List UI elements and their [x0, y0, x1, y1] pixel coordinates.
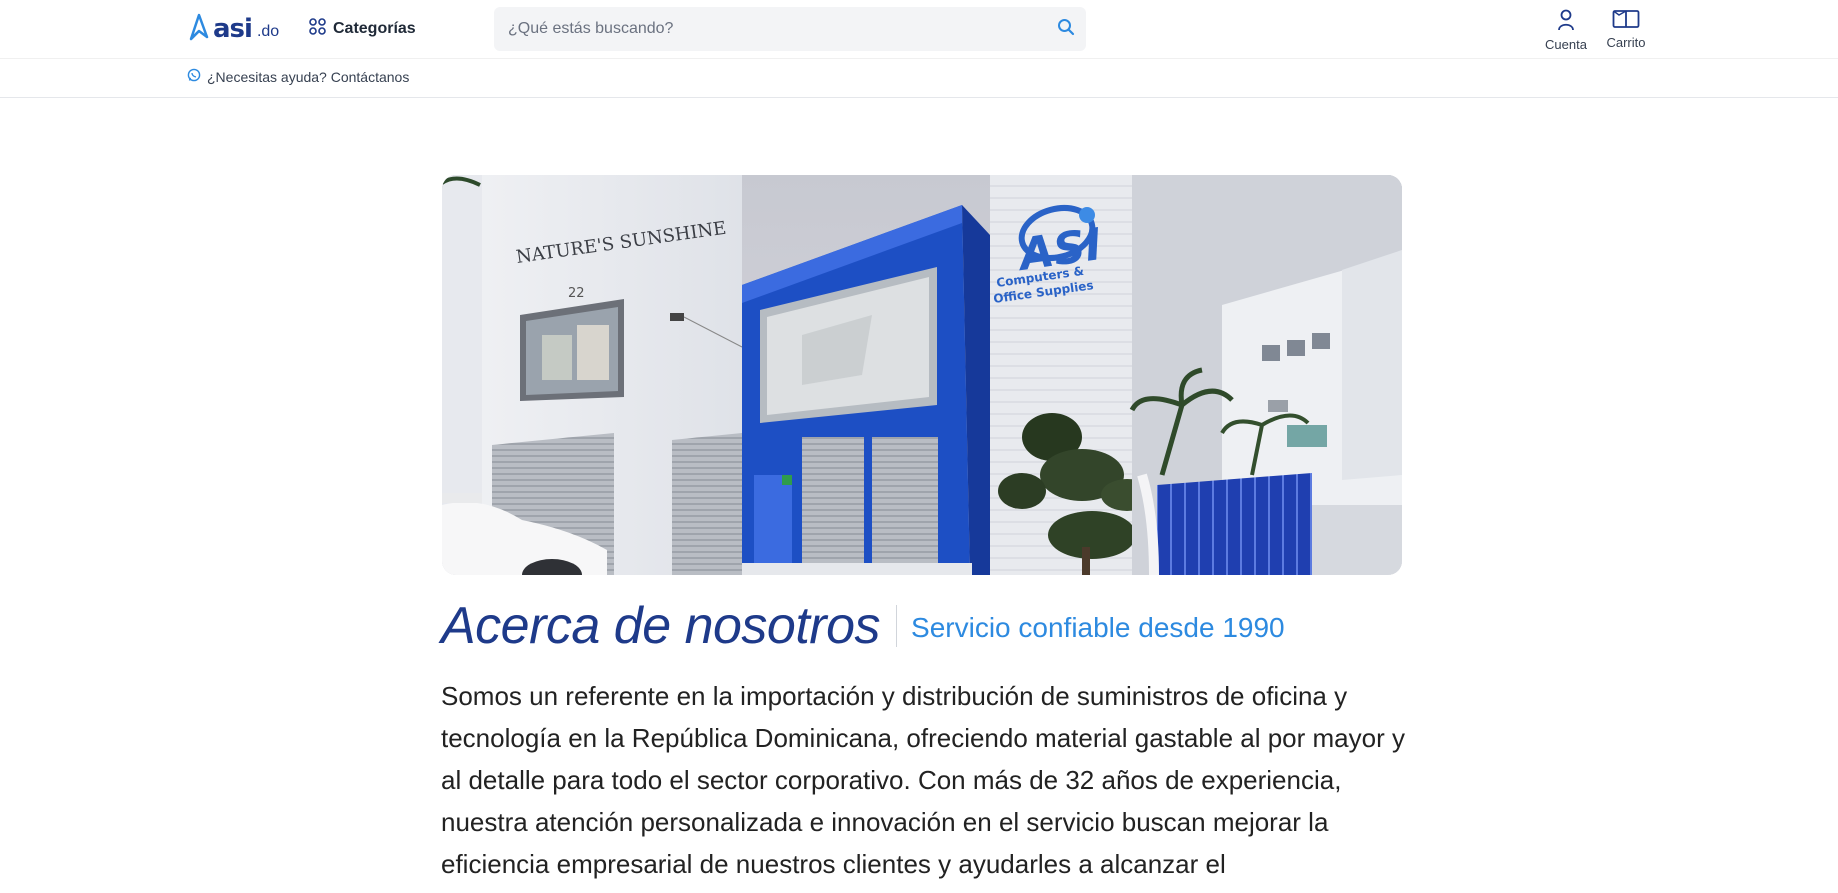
cart-button[interactable]: Carrito: [1600, 9, 1652, 50]
whatsapp-icon: [187, 68, 201, 85]
page-subtitle: Servicio confiable desde 1990: [911, 612, 1285, 643]
storefront-photo: NATURE'S SUNSHINE 22 ASI Computers & Off…: [442, 175, 1402, 575]
heading-divider: [896, 605, 898, 647]
site-logo[interactable]: asi .do: [187, 12, 279, 46]
about-heading-row: Acerca de nosotros Servicio confiable de…: [441, 596, 1285, 656]
top-header: asi .do Categorías ¿Qué estás buscando? …: [0, 0, 1838, 59]
search-input[interactable]: [494, 19, 1046, 39]
storefront-illustration: NATURE'S SUNSHINE 22 ASI Computers & Off…: [442, 175, 1402, 575]
paper-plane-icon: [187, 13, 209, 46]
about-description: Somos un referente en la importación y d…: [441, 681, 1405, 879]
box-icon: [1612, 9, 1640, 34]
grid-icon: [309, 18, 326, 40]
page-title: Acerca de nosotros: [441, 597, 881, 655]
account-label: Cuenta: [1545, 37, 1587, 52]
logo-text: asi: [213, 14, 253, 44]
logo-domain: .do: [256, 23, 280, 40]
contact-link[interactable]: ¿Necesitas ayuda? Contáctanos: [187, 68, 409, 85]
user-icon: [1556, 9, 1576, 36]
search-bar: [494, 7, 1086, 51]
search-button[interactable]: [1046, 9, 1086, 49]
account-button[interactable]: Cuenta: [1540, 9, 1592, 52]
help-text: ¿Necesitas ayuda? Contáctanos: [207, 68, 410, 85]
categories-menu-button[interactable]: Categorías: [309, 16, 416, 42]
search-icon: [1057, 18, 1075, 41]
cart-label: Carrito: [1606, 35, 1646, 50]
categories-label: Categorías: [333, 20, 416, 37]
help-bar: ¿Necesitas ayuda? Contáctanos: [0, 59, 1838, 98]
building-number: 22: [568, 286, 585, 301]
